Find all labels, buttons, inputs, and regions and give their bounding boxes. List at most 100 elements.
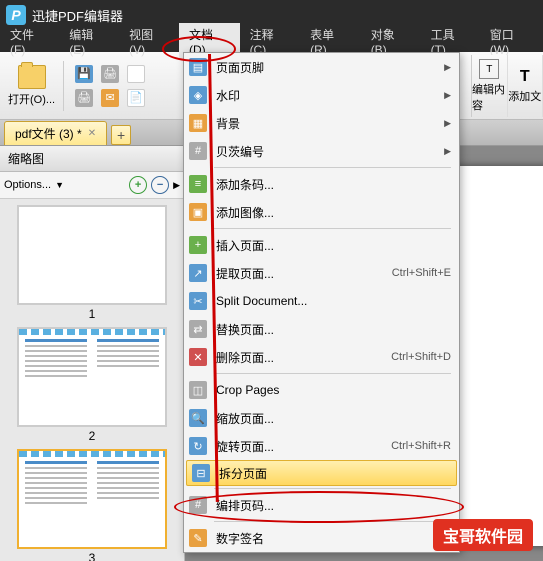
text-icon: T — [520, 68, 530, 86]
page-num-icon: # — [189, 496, 207, 514]
menu-separator — [214, 521, 451, 522]
tab-close-icon[interactable]: ✕ — [88, 128, 96, 139]
document-menu: ▤ 页面页脚 ▶ ◈ 水印 ▶ ▦ 背景 ▶ # 贝茨编号 ▶ ≡添加条码... ▣ 添加图像..… — [183, 52, 460, 553]
menu-label: 删除页面... — [216, 349, 383, 366]
doc-icon[interactable]: 📄 — [124, 86, 148, 110]
tab-label: pdf文件 (3) * — [15, 125, 82, 142]
menu-separator — [214, 373, 451, 374]
menu-label: 提取页面... — [216, 265, 384, 282]
menu-insert-page[interactable]: + 插入页面... — [184, 231, 459, 259]
menu-label: 缩放页面... — [216, 410, 451, 427]
folder-open-icon — [18, 65, 46, 89]
menu-separator — [214, 228, 451, 229]
menu-label: 添加图像... — [216, 204, 451, 221]
toolbar-separator — [63, 61, 64, 111]
menu-shortcut: Ctrl+Shift+D — [391, 351, 451, 363]
menu-label: 旋转页面... — [216, 438, 383, 455]
sidebar: 缩略图 Options... ▼ + − ▶ 1 — [0, 146, 185, 561]
options-dropdown[interactable]: Options... — [4, 179, 51, 191]
mail-icon[interactable]: ✉ — [98, 86, 122, 110]
header-footer-icon: ▤ — [189, 58, 207, 76]
menu-shortcut: Ctrl+Shift+E — [392, 267, 451, 279]
replace-page-icon: ⇄ — [189, 320, 207, 338]
sidebar-options: Options... ▼ + − ▶ — [0, 172, 184, 199]
menu-add-image[interactable]: ▣ 添加图像... — [184, 198, 459, 226]
print-icon[interactable]: 🖨 — [98, 62, 122, 86]
menu-background[interactable]: ▦ 背景 ▶ — [184, 109, 459, 137]
thumb-page-number: 2 — [17, 427, 167, 445]
thumb-page-number: 1 — [17, 305, 167, 323]
add-tab-button[interactable]: + — [111, 125, 131, 145]
thumbnail[interactable]: 1 — [17, 205, 167, 323]
menu-split-page[interactable]: ⊟ 拆分页面 — [186, 460, 457, 486]
menu-separator — [214, 167, 451, 168]
printer2-icon[interactable]: 🖨 — [72, 86, 96, 110]
bates-icon: # — [189, 142, 207, 160]
menu-zoom-page[interactable]: 🔍 缩放页面... — [184, 404, 459, 432]
watermark-badge: 宝哥软件园 — [433, 519, 533, 551]
edit-text-icon: T — [479, 59, 499, 79]
menu-label: 数字签名 — [216, 530, 451, 547]
menu-replace-page[interactable]: ⇄ 替换页面... — [184, 315, 459, 343]
menu-rotate-page[interactable]: ↻旋转页面...Ctrl+Shift+R — [184, 432, 459, 460]
insert-page-icon: + — [189, 236, 207, 254]
signature-icon: ✎ — [189, 529, 207, 547]
open-button[interactable]: 打开(O)... — [8, 65, 55, 107]
thumbnail[interactable]: 3 — [17, 449, 167, 561]
open-label: 打开(O)... — [8, 91, 55, 107]
menu-header-footer[interactable]: ▤ 页面页脚 ▶ — [184, 53, 459, 81]
watermark-icon: ◈ — [189, 86, 207, 104]
menu-bates[interactable]: # 贝茨编号 ▶ — [184, 137, 459, 165]
menu-label: 页面页脚 — [216, 59, 436, 76]
save-icon[interactable]: 💾 — [72, 62, 96, 86]
background-icon: ▦ — [189, 114, 207, 132]
blank-icon[interactable] — [124, 62, 148, 86]
thumb-page-number: 3 — [17, 549, 167, 561]
add-text-label: 添加文 — [508, 88, 541, 104]
add-text-button[interactable]: T 添加文 — [508, 55, 543, 117]
menu-label: 编排页码... — [216, 497, 451, 514]
menu-edit[interactable]: 编辑(E) — [59, 23, 119, 60]
menu-label: 背景 — [216, 115, 436, 132]
edit-content-button[interactable]: T 编辑内容 — [472, 55, 508, 117]
chevron-right-icon[interactable]: ▶ — [173, 180, 180, 191]
split-doc-icon: ✂ — [189, 292, 207, 310]
zoom-in-icon[interactable]: + — [129, 176, 147, 194]
submenu-arrow-icon: ▶ — [444, 146, 451, 157]
menu-page-numbering[interactable]: # 编排页码... — [184, 491, 459, 519]
split-page-icon: ⊟ — [192, 464, 210, 482]
menu-split-document[interactable]: ✂ Split Document... — [184, 287, 459, 315]
menu-label: 替换页面... — [216, 321, 451, 338]
menu-digital-signature[interactable]: ✎ 数字签名 — [184, 524, 459, 552]
zoom-page-icon: 🔍 — [189, 409, 207, 427]
zoom-out-icon[interactable]: − — [151, 176, 169, 194]
submenu-arrow-icon: ▶ — [444, 62, 451, 73]
submenu-arrow-icon: ▶ — [444, 90, 451, 101]
menu-view[interactable]: 视图(V) — [119, 23, 179, 60]
thumbnail[interactable]: 2 — [17, 327, 167, 445]
menu-label: Split Document... — [216, 294, 451, 308]
menu-label: 添加条码... — [216, 176, 451, 193]
menu-crop-pages[interactable]: ◫Crop Pages — [184, 376, 459, 404]
document-tab[interactable]: pdf文件 (3) * ✕ — [4, 121, 107, 145]
menubar: 文件(F) 编辑(E) 视图(V) 文档(D) 注释(C) 表单(R) 对象(B… — [0, 30, 543, 52]
menu-watermark[interactable]: ◈ 水印 ▶ — [184, 81, 459, 109]
image-icon: ▣ — [189, 203, 207, 221]
menu-label: 水印 — [216, 87, 436, 104]
menu-window[interactable]: 窗口(W) — [480, 23, 543, 60]
extract-page-icon: ↗ — [189, 264, 207, 282]
menu-label: 贝茨编号 — [216, 143, 436, 160]
menu-label: 插入页面... — [216, 237, 451, 254]
sidebar-title: 缩略图 — [0, 146, 184, 172]
dropdown-arrow-icon: ▼ — [55, 180, 64, 190]
right-toolbar: T 编辑内容 T 添加文 — [471, 55, 543, 117]
menu-extract-page[interactable]: ↗ 提取页面... Ctrl+Shift+E — [184, 259, 459, 287]
menu-separator — [214, 488, 451, 489]
menu-file[interactable]: 文件(F) — [0, 23, 59, 60]
submenu-arrow-icon: ▶ — [444, 118, 451, 129]
menu-delete-page[interactable]: ✕ 删除页面... Ctrl+Shift+D — [184, 343, 459, 371]
delete-page-icon: ✕ — [189, 348, 207, 366]
thumbnails-list: 1 2 — [0, 199, 184, 561]
menu-add-barcode[interactable]: ≡添加条码... — [184, 170, 459, 198]
menu-label: 拆分页面 — [219, 465, 448, 482]
